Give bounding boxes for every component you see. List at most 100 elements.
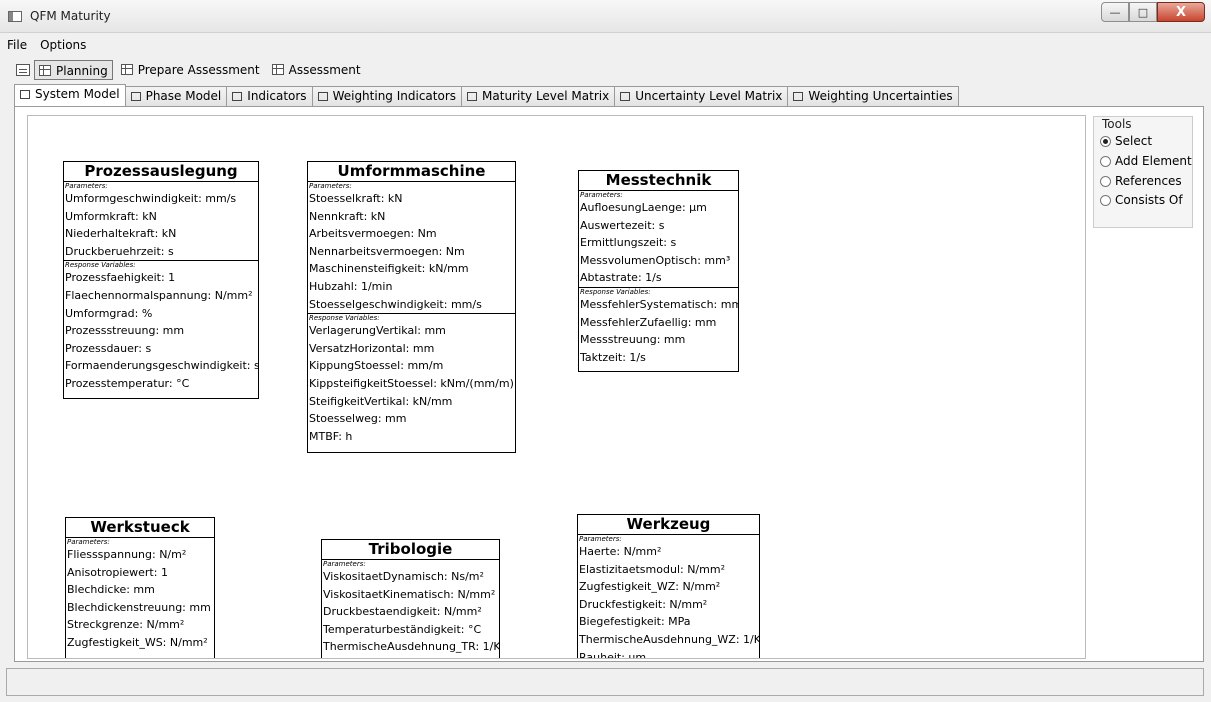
- maximize-button[interactable]: □: [1129, 2, 1157, 22]
- parameter-item[interactable]: Hubzahl: 1/min: [308, 278, 515, 296]
- tab-bar: System Model Phase Model Indicators Weighti…: [14, 84, 959, 106]
- element-title: Umformmaschine: [308, 162, 515, 182]
- element-werkstueck[interactable]: Werkstueck Parameters: Fliessspannung: N/m…: [65, 517, 215, 658]
- parameter-item[interactable]: Streckgrenze: N/mm²: [66, 616, 214, 634]
- parameter-item[interactable]: Biegefestigkeit: MPa: [578, 613, 759, 631]
- grid-icon: [39, 65, 51, 76]
- parameter-item[interactable]: Druckberuehrzeit: s: [64, 243, 258, 261]
- response-variable-item[interactable]: MessfehlerZufaellig: mm: [579, 314, 738, 332]
- tool-option-add-element[interactable]: Add Element: [1100, 154, 1192, 168]
- response-variable-item[interactable]: Formaenderungsgeschwindigkeit: s: [64, 357, 258, 375]
- assessment-button[interactable]: Assessment: [268, 60, 365, 80]
- parameter-item[interactable]: Blechdickenstreuung: mm: [66, 599, 214, 617]
- parameter-item[interactable]: ViskositaetKinematisch: N/mm²: [322, 586, 499, 604]
- tab-page-icon: [620, 92, 631, 101]
- parameter-item[interactable]: ThermischeAusdehnung_TR: 1/K: [322, 638, 499, 656]
- tab-phase-model[interactable]: Phase Model: [124, 86, 228, 106]
- parameter-item[interactable]: Umformkraft: kN: [64, 208, 258, 226]
- menu-options[interactable]: Options: [33, 36, 92, 54]
- tab-uncertainty-level-matrix[interactable]: Uncertainty Level Matrix: [614, 86, 789, 106]
- tab-system-model[interactable]: System Model: [14, 84, 126, 106]
- tab-weighting-indicators[interactable]: Weighting Indicators: [311, 86, 463, 106]
- response-variable-item[interactable]: Umformgrad: %: [64, 305, 258, 323]
- parameter-item[interactable]: Auswertezeit: s: [579, 217, 738, 235]
- response-variable-item[interactable]: Prozessstreuung: mm: [64, 322, 258, 340]
- properties-icon[interactable]: [16, 64, 30, 76]
- tab-label: Maturity Level Matrix: [482, 89, 610, 103]
- tool-option-select[interactable]: Select: [1100, 134, 1152, 148]
- parameter-item[interactable]: Nennarbeitsvermoegen: Nm: [308, 243, 515, 261]
- parameter-item[interactable]: Nennkraft: kN: [308, 208, 515, 226]
- parameter-item[interactable]: Blechdicke: mm: [66, 581, 214, 599]
- menu-file[interactable]: File: [0, 36, 33, 54]
- title-bar: QFM Maturity — □ X: [0, 0, 1211, 33]
- parameter-item[interactable]: MessvolumenOptisch: mm³: [579, 252, 738, 270]
- parameter-item[interactable]: Zugfestigkeit_WS: N/mm²: [66, 634, 214, 652]
- planning-button[interactable]: Planning: [34, 60, 113, 80]
- parameter-item[interactable]: Fliessspannung: N/m²: [66, 546, 214, 564]
- parameter-item[interactable]: AufloesungLaenge: µm: [579, 199, 738, 217]
- parameters-label: Parameters:: [67, 538, 110, 546]
- close-button[interactable]: X: [1157, 2, 1205, 22]
- parameter-item[interactable]: Umformgeschwindigkeit: mm/s: [64, 190, 258, 208]
- parameters-label: Parameters:: [65, 182, 108, 190]
- response-variable-item[interactable]: MessfehlerSystematisch: mm: [579, 296, 738, 314]
- tab-maturity-level-matrix[interactable]: Maturity Level Matrix: [461, 86, 616, 106]
- parameters-label: Parameters:: [309, 182, 352, 190]
- parameter-item[interactable]: Stoesselgeschwindigkeit: mm/s: [308, 296, 515, 314]
- response-variable-item[interactable]: VersatzHorizontal: mm: [308, 340, 515, 358]
- response-variable-item[interactable]: Flaechennormalspannung: N/mm²: [64, 287, 258, 305]
- parameter-item[interactable]: Druckfestigkeit: N/mm²: [578, 596, 759, 614]
- response-variable-item[interactable]: SteifigkeitVertikal: kN/mm: [308, 393, 515, 411]
- radio-icon[interactable]: [1100, 194, 1111, 206]
- parameters-label: Parameters:: [580, 191, 623, 199]
- response-variable-item[interactable]: KippsteifigkeitStoessel: kNm/(mm/m): [308, 375, 515, 393]
- system-model-canvas[interactable]: Prozessauslegung Parameters: Umformgeschwi…: [27, 115, 1086, 659]
- response-variable-item[interactable]: KippungStoessel: mm/m: [308, 357, 515, 375]
- parameters-label: Parameters:: [579, 535, 622, 543]
- parameter-item[interactable]: Temperaturbeständigkeit: °C: [322, 621, 499, 639]
- element-werkzeug[interactable]: Werkzeug Parameters: Haerte: N/mm² Elastizi…: [577, 514, 760, 658]
- response-variable-item[interactable]: MTBF: h: [308, 428, 515, 446]
- response-variable-item[interactable]: Taktzeit: 1/s: [579, 349, 738, 367]
- parameter-item[interactable]: ViskositaetDynamisch: Ns/m²: [322, 568, 499, 586]
- tool-option-label: Add Element: [1115, 154, 1192, 168]
- element-prozessauslegung[interactable]: Prozessauslegung Parameters: Umformgeschwi…: [63, 161, 259, 399]
- radio-icon[interactable]: [1100, 155, 1111, 167]
- response-variable-item[interactable]: Stoesselweg: mm: [308, 410, 515, 428]
- parameter-item[interactable]: Ermittlungszeit: s: [579, 234, 738, 252]
- response-variable-item[interactable]: Messstreuung: mm: [579, 331, 738, 349]
- parameter-item[interactable]: Abtastrate: 1/s: [579, 269, 738, 287]
- tab-weighting-uncertainties[interactable]: Weighting Uncertainties: [787, 86, 959, 106]
- assessment-label: Assessment: [288, 63, 361, 77]
- tab-label: System Model: [35, 87, 120, 101]
- parameter-item[interactable]: Zugfestigkeit_WZ: N/mm²: [578, 578, 759, 596]
- element-tribologie[interactable]: Tribologie Parameters: ViskositaetDynamisc…: [321, 539, 500, 658]
- tool-option-references[interactable]: References: [1100, 174, 1182, 188]
- prepare-assessment-button[interactable]: Prepare Assessment: [117, 60, 264, 80]
- response-variable-item[interactable]: Prozessdauer: s: [64, 340, 258, 358]
- parameter-item[interactable]: Niederhaltekraft: kN: [64, 225, 258, 243]
- prepare-assessment-label: Prepare Assessment: [137, 63, 260, 77]
- parameter-item[interactable]: ThermischeAusdehnung_WZ: 1/K: [578, 631, 759, 649]
- element-umformmaschine[interactable]: Umformmaschine Parameters: Stoesselkraft: …: [307, 161, 516, 453]
- response-variable-item[interactable]: Prozessfaehigkeit: 1: [64, 269, 258, 287]
- response-variable-item[interactable]: VerlagerungVertikal: mm: [308, 322, 515, 340]
- parameter-item[interactable]: Maschinensteifigkeit: kN/mm: [308, 260, 515, 278]
- parameter-item[interactable]: Anisotropiewert: 1: [66, 564, 214, 582]
- parameter-item[interactable]: Druckbestaendigkeit: N/mm²: [322, 603, 499, 621]
- parameter-item[interactable]: Stoesselkraft: kN: [308, 190, 515, 208]
- radio-icon[interactable]: [1100, 175, 1111, 187]
- response-variable-item[interactable]: Prozesstemperatur: °C: [64, 375, 258, 393]
- parameter-item[interactable]: Arbeitsvermoegen: Nm: [308, 225, 515, 243]
- tool-option-consists-of[interactable]: Consists Of: [1100, 193, 1183, 207]
- minimize-button[interactable]: —: [1101, 2, 1129, 22]
- radio-icon[interactable]: [1100, 135, 1111, 147]
- element-messtechnik[interactable]: Messtechnik Parameters: AufloesungLaenge: …: [578, 170, 739, 372]
- parameters-section: Parameters: Haerte: N/mm² Elastizitaetsmod…: [578, 535, 759, 658]
- parameter-item[interactable]: Elastizitaetsmodul: N/mm²: [578, 561, 759, 579]
- parameter-item[interactable]: Haerte: N/mm²: [578, 543, 759, 561]
- parameter-item[interactable]: Rauheit: µm: [578, 649, 759, 658]
- parameters-section: Parameters: Fliessspannung: N/m² Anisotrop…: [66, 538, 214, 652]
- tab-indicators[interactable]: Indicators: [226, 86, 313, 106]
